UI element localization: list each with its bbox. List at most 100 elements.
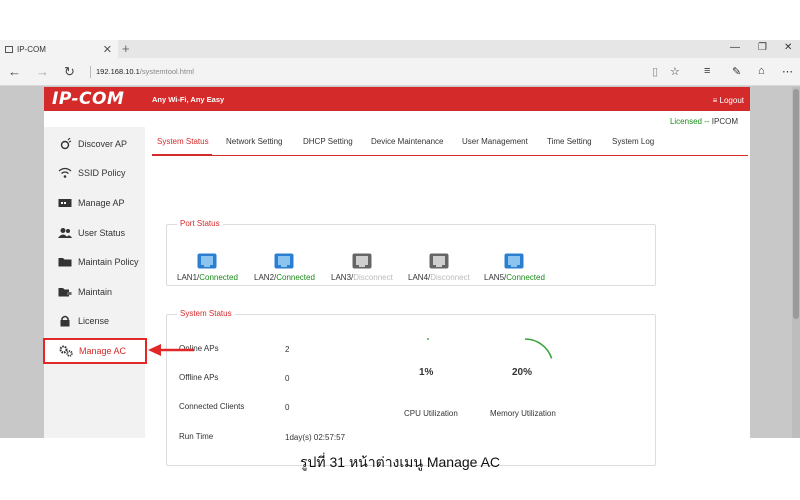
sidebar-item-label: User Status [78,228,126,238]
hub-icon[interactable]: ≡ [704,65,710,77]
app-container: IP-COM Any Wi-Fi, Any Easy ≡ Logout Lice… [43,87,750,466]
sidebar-item-maintain-policy[interactable]: Maintain Policy [44,249,145,275]
wifi-icon [58,167,72,178]
sidebar: Discover AP SSID Policy Manage AP User S… [43,127,147,438]
tab-network-setting[interactable]: Network Setting [226,137,282,146]
connected-clients-value: 0 [285,403,290,412]
port-state: Connected [199,273,238,282]
sidebar-item-user-status[interactable]: User Status [44,220,145,246]
access-point-icon [58,199,72,207]
brand-logo: IP-COM [52,89,125,109]
callout-arrow [148,344,194,356]
port-name: LAN2/ [254,273,277,282]
page-viewport: IP-COM Any Wi-Fi, Any Easy ≡ Logout Lice… [0,87,800,466]
active-tab-indicator [152,154,212,156]
port-name: LAN4/ [408,273,431,282]
sidebar-item-label: Manage AC [79,346,127,356]
lan-port: LAN2/Connected [254,253,315,282]
url-path: /systemtool.html [139,67,194,76]
tab-dhcp-setting[interactable]: DHCP Setting [303,137,353,146]
sidebar-item-maintain[interactable]: Maintain [44,279,145,305]
logout-label: Logout [719,96,744,105]
browser-tab-bar: IP-COM ✕ + — ❐ ✕ [0,40,800,58]
minimize-icon[interactable]: — [730,42,740,53]
cpu-utilization-label: CPU Utilization [404,409,458,418]
sidebar-item-label: Manage AP [78,198,125,208]
back-icon[interactable]: ← [8,64,21,79]
tab-system-log[interactable]: System Log [612,137,654,146]
gears-icon [59,345,73,357]
folder-icon [58,258,72,267]
page-icon [5,45,13,53]
ethernet-port-icon [352,253,372,269]
sidebar-item-label: Maintain Policy [78,257,139,267]
memory-utilization-value: 20% [512,367,533,378]
browser-nav-bar: ← → ↻ 192.168.10.1/systemtool.html ▯ ☆ ≡… [0,58,800,86]
cpu-utilization-value: 1% [419,367,434,378]
port-name: LAN1/ [177,273,200,282]
scroll-thumb[interactable] [793,89,799,319]
offline-aps-value: 0 [285,374,290,383]
system-status-panel: System Status Online APs 2 Offline APs 0… [166,309,656,466]
sidebar-item-discover-ap[interactable]: Discover AP [44,131,145,157]
close-tab-icon[interactable]: ✕ [103,43,112,56]
refresh-icon[interactable]: ↻ [64,64,75,80]
address-divider [90,66,91,78]
gauge-arc [524,338,553,359]
share-icon[interactable]: ⌂ [758,65,765,77]
system-status-title: System Status [177,309,235,318]
page-scrollbar[interactable] [792,87,800,438]
port-state: Connected [506,273,545,282]
lan-port: LAN1/Connected [177,253,238,282]
brand-tagline: Any Wi-Fi, Any Easy [152,95,225,104]
port-status-panel: Port Status LAN1/Connected LAN2/Connected… [166,219,656,286]
sidebar-item-manage-ap[interactable]: Manage AP [44,190,145,216]
port-name: LAN3/ [331,273,354,282]
web-note-icon[interactable]: ✎ [732,65,741,78]
sidebar-item-manage-ac[interactable]: Manage AC [43,338,147,364]
url-host: 192.168.10.1 [96,67,140,76]
reading-view-icon[interactable]: ▯ [652,65,658,78]
favorite-star-icon[interactable]: ☆ [670,65,680,78]
new-tab-icon[interactable]: + [122,41,130,56]
app-header: IP-COM Any Wi-Fi, Any Easy ≡ Logout [44,87,750,111]
offline-aps-label: Offline APs [179,373,219,382]
sidebar-item-label: Discover AP [78,139,128,149]
memory-gauge [524,338,553,359]
port-state: Disconnect [430,273,470,282]
folder-tools-icon [58,288,72,297]
tab-user-management[interactable]: User Management [462,137,528,146]
restore-icon[interactable]: ❐ [758,42,767,53]
ethernet-port-icon [504,253,524,269]
more-icon[interactable]: ⋯ [782,65,793,78]
sidebar-item-license[interactable]: License [44,308,145,334]
browser-window: IP-COM ✕ + — ❐ ✕ ← → ↻ 192.168.10.1/syst… [0,40,800,466]
port-name: LAN5/ [484,273,507,282]
tab-system-status[interactable]: System Status [157,137,209,146]
memory-utilization-label: Memory Utilization [490,409,556,418]
menu-icon: ≡ [712,96,720,105]
port-state: Connected [276,273,315,282]
users-icon [58,228,72,238]
close-window-icon[interactable]: ✕ [784,42,792,53]
forward-icon[interactable]: → [36,64,49,79]
online-aps-value: 2 [285,345,290,354]
lan-port: LAN5/Connected [484,253,545,282]
browser-tab[interactable]: IP-COM ✕ [0,40,118,58]
lan-port: LAN3/Disconnect [331,253,393,282]
run-time-label: Run Time [179,432,214,441]
license-status-text: Licensed -- [669,117,710,126]
browser-tab-title: IP-COM [17,44,46,54]
satellite-icon [60,138,72,150]
sidebar-item-ssid-policy[interactable]: SSID Policy [44,160,145,186]
lan-port: LAN4/Disconnect [408,253,470,282]
tab-device-maintenance[interactable]: Device Maintenance [371,137,443,146]
connected-clients-label: Connected Clients [179,402,245,411]
address-bar[interactable]: 192.168.10.1/systemtool.html [96,67,194,76]
tab-time-setting[interactable]: Time Setting [547,137,592,146]
license-status: Licensed -- IPCOM [670,117,738,126]
sidebar-item-label: SSID Policy [78,168,126,178]
logout-link[interactable]: ≡ Logout [713,96,744,105]
port-status-title: Port Status [177,219,223,228]
run-time-value: 1day(s) 02:57:57 [285,433,346,442]
